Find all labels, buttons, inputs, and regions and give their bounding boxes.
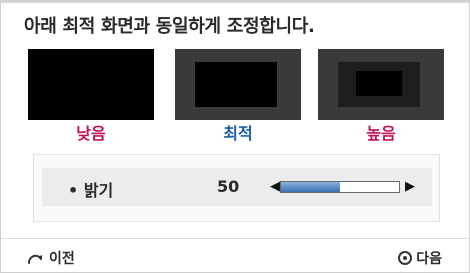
preview-optimal-label: 최적 <box>223 124 253 143</box>
preview-low-label: 낮음 <box>76 124 106 143</box>
back-button[interactable]: 이전 <box>27 248 75 268</box>
next-button[interactable]: 다음 <box>398 248 442 268</box>
preview-optimal-inner <box>195 62 277 107</box>
brightness-slider[interactable] <box>280 181 400 193</box>
brightness-slider-fill <box>281 182 340 192</box>
top-strip <box>0 0 470 3</box>
increase-arrow-icon[interactable]: ▶ <box>405 179 415 194</box>
settings-panel: • 밝기 50 ◀ ▶ <box>33 154 440 222</box>
brightness-value: 50 <box>217 177 240 196</box>
preview-optimal <box>175 49 301 120</box>
return-icon <box>28 254 42 264</box>
decrease-arrow-icon[interactable]: ◀ <box>270 179 280 194</box>
preview-high <box>318 49 444 120</box>
brightness-label-text: 밝기 <box>83 181 114 200</box>
page-title: 아래 최적 화면과 동일하게 조정합니다. <box>24 16 315 37</box>
bullet: • <box>68 181 79 200</box>
preview-low <box>28 49 154 120</box>
next-label: 다음 <box>416 251 442 267</box>
footer: 이전 다음 <box>0 239 470 273</box>
preview-high-label: 높음 <box>366 124 396 143</box>
brightness-row[interactable]: • 밝기 50 ◀ ▶ <box>42 168 432 206</box>
preview-high-core <box>356 71 402 96</box>
back-label: 이전 <box>49 251 75 267</box>
brightness-label: • 밝기 <box>68 177 113 201</box>
ok-icon <box>398 251 413 265</box>
